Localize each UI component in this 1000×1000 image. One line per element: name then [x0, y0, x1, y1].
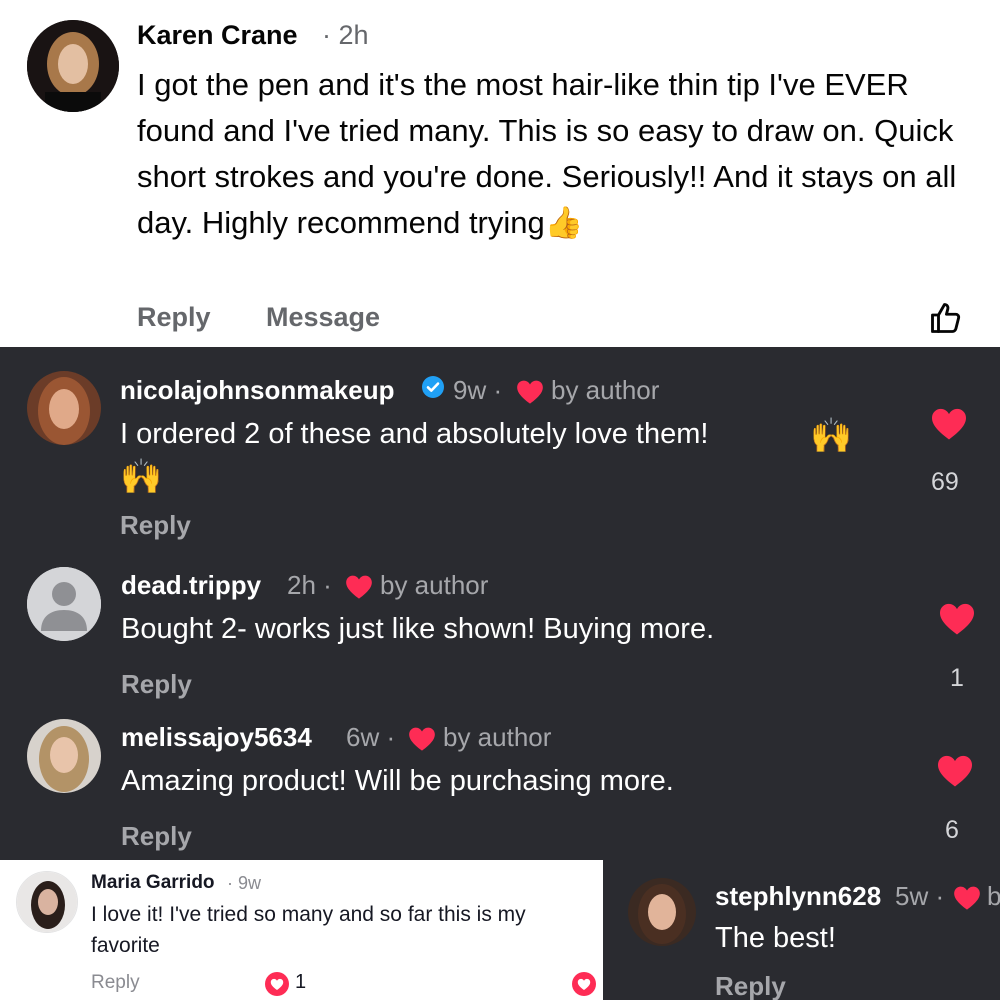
heart-icon	[345, 574, 373, 600]
tiktok-comments-dark-panel: nicolajohnsonmakeup 9w · by author I ord…	[0, 347, 1000, 860]
heart-icon	[516, 379, 544, 405]
avatar-image	[27, 20, 119, 112]
liked-by-author-label: by author	[443, 722, 552, 752]
comment-time: · 9w	[227, 873, 262, 893]
comment-username[interactable]: melissajoy5634	[121, 722, 312, 753]
reply-button[interactable]: Reply	[137, 302, 211, 333]
raised-hands-emoji: 🙌	[810, 417, 853, 455]
comment-text: I got the pen and it's the most hair-lik…	[137, 67, 957, 240]
comment-text: The best!	[715, 922, 836, 954]
avatar[interactable]	[628, 878, 696, 946]
comment-text: Amazing product! Will be purchasing more…	[121, 765, 674, 797]
comment-username[interactable]: stephlynn628	[715, 881, 881, 912]
comment-text: Bought 2- works just like shown! Buying …	[121, 613, 715, 645]
reply-button[interactable]: Reply	[91, 972, 140, 994]
like-heart-icon[interactable]	[930, 407, 968, 441]
comment-time: 9w ·	[453, 375, 503, 405]
default-user-icon	[27, 567, 101, 641]
heart-icon	[953, 885, 981, 911]
message-button[interactable]: Message	[266, 302, 380, 333]
comment-time: 2h ·	[287, 570, 332, 600]
raised-hands-emoji: 🙌	[120, 458, 163, 496]
like-heart-icon[interactable]	[938, 602, 976, 636]
like-icon[interactable]	[927, 300, 965, 336]
heart-outline-icon[interactable]	[571, 971, 597, 997]
comment-text: I ordered 2 of these and absolutely love…	[120, 418, 709, 450]
reply-button[interactable]: Reply	[121, 821, 192, 852]
like-count: 1	[295, 971, 307, 993]
tiktok-comment-dark-panel: stephlynn628 5w · b The best! Reply	[603, 860, 1000, 1000]
reply-button[interactable]: Reply	[120, 510, 191, 541]
tiktok-comment-light-panel: Maria Garrido · 9w I love it! I've tried…	[0, 860, 603, 1000]
comment-text-line-2: favorite	[91, 934, 160, 957]
reply-button[interactable]: Reply	[715, 971, 786, 1000]
avatar[interactable]	[27, 719, 101, 793]
like-heart-icon[interactable]	[936, 754, 974, 788]
avatar[interactable]	[27, 371, 101, 445]
like-count: 6	[945, 816, 959, 844]
comment-username[interactable]: nicolajohnsonmakeup	[120, 375, 395, 406]
like-count: 69	[931, 468, 959, 496]
comment-time: · 2h	[322, 20, 369, 50]
reply-button[interactable]: Reply	[121, 669, 192, 700]
comment-username[interactable]: dead.trippy	[121, 570, 261, 601]
comment-author[interactable]: Karen Crane	[137, 20, 298, 51]
liked-by-author-label: by author	[380, 570, 489, 600]
verified-icon	[421, 375, 445, 399]
like-count: 1	[950, 664, 964, 692]
avatar[interactable]	[27, 567, 101, 641]
comment-time: 5w ·	[895, 881, 945, 911]
avatar[interactable]	[27, 20, 119, 112]
heart-outline-icon[interactable]	[264, 971, 290, 997]
facebook-comment-panel: Karen Crane · 2h I got the pen and it's …	[0, 0, 1000, 347]
liked-by-author-label: by author	[551, 375, 660, 405]
heart-icon	[408, 726, 436, 752]
liked-by-author-label: b	[987, 881, 1000, 911]
comment-username[interactable]: Maria Garrido	[91, 872, 215, 894]
comment-time: 6w ·	[346, 722, 396, 752]
comment-text-line-1: I love it! I've tried so many and so far…	[91, 903, 526, 926]
avatar[interactable]	[16, 871, 78, 933]
thumbs-up-emoji: 👍	[544, 205, 584, 240]
